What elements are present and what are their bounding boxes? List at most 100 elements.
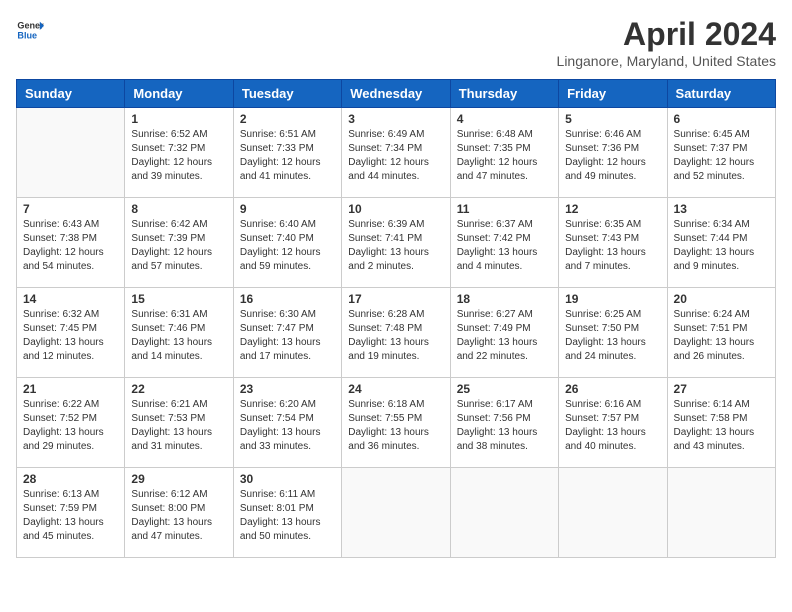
- day-number: 10: [348, 202, 443, 216]
- calendar-table: SundayMondayTuesdayWednesdayThursdayFrid…: [16, 79, 776, 558]
- calendar-cell: 30 Sunrise: 6:11 AM Sunset: 8:01 PM Dayli…: [233, 468, 341, 558]
- svg-text:Blue: Blue: [17, 30, 37, 40]
- calendar-cell: 10 Sunrise: 6:39 AM Sunset: 7:41 PM Dayli…: [342, 198, 450, 288]
- day-info: Sunrise: 6:25 AM Sunset: 7:50 PM Dayligh…: [565, 308, 660, 364]
- day-info: Sunrise: 6:37 AM Sunset: 7:42 PM Dayligh…: [457, 218, 552, 274]
- week-row-2: 7 Sunrise: 6:43 AM Sunset: 7:38 PM Daylig…: [17, 198, 776, 288]
- day-info: Sunrise: 6:52 AM Sunset: 7:32 PM Dayligh…: [131, 128, 226, 184]
- week-row-5: 28 Sunrise: 6:13 AM Sunset: 7:59 PM Dayli…: [17, 468, 776, 558]
- day-info: Sunrise: 6:42 AM Sunset: 7:39 PM Dayligh…: [131, 218, 226, 274]
- week-row-3: 14 Sunrise: 6:32 AM Sunset: 7:45 PM Dayli…: [17, 288, 776, 378]
- weekday-header-row: SundayMondayTuesdayWednesdayThursdayFrid…: [17, 80, 776, 108]
- calendar-cell: 4Sunrise: 6:48 AM Sunset: 7:35 PM Daylig…: [450, 108, 558, 198]
- day-number: 5: [565, 112, 660, 126]
- calendar-cell: 11 Sunrise: 6:37 AM Sunset: 7:42 PM Dayli…: [450, 198, 558, 288]
- day-number: 20: [674, 292, 769, 306]
- day-info: Sunrise: 6:43 AM Sunset: 7:38 PM Dayligh…: [23, 218, 118, 274]
- calendar-cell: 2 Sunrise: 6:51 AM Sunset: 7:33 PM Daylig…: [233, 108, 341, 198]
- weekday-header-sunday: Sunday: [17, 80, 125, 108]
- day-info: Sunrise: 6:18 AM Sunset: 7:55 PM Dayligh…: [348, 398, 443, 454]
- calendar-cell: 13 Sunrise: 6:34 AM Sunset: 7:44 PM Dayli…: [667, 198, 775, 288]
- day-number: 29: [131, 472, 226, 486]
- day-info: Sunrise: 6:51 AM Sunset: 7:33 PM Dayligh…: [240, 128, 335, 184]
- calendar-cell: 15 Sunrise: 6:31 AM Sunset: 7:46 PM Dayli…: [125, 288, 233, 378]
- weekday-header-saturday: Saturday: [667, 80, 775, 108]
- day-number: 11: [457, 202, 552, 216]
- page-header: General Blue April 2024 Linganore, Maryl…: [16, 16, 776, 69]
- day-number: 23: [240, 382, 335, 396]
- day-number: 6: [674, 112, 769, 126]
- calendar-cell: 16Sunrise: 6:30 AM Sunset: 7:47 PM Dayli…: [233, 288, 341, 378]
- calendar-cell: 21Sunrise: 6:22 AM Sunset: 7:52 PM Dayli…: [17, 378, 125, 468]
- location-subtitle: Linganore, Maryland, United States: [557, 53, 776, 69]
- calendar-cell: 5 Sunrise: 6:46 AM Sunset: 7:36 PM Daylig…: [559, 108, 667, 198]
- calendar-cell: [559, 468, 667, 558]
- calendar-cell: 17Sunrise: 6:28 AM Sunset: 7:48 PM Dayli…: [342, 288, 450, 378]
- weekday-header-monday: Monday: [125, 80, 233, 108]
- day-info: Sunrise: 6:24 AM Sunset: 7:51 PM Dayligh…: [674, 308, 769, 364]
- day-number: 12: [565, 202, 660, 216]
- logo: General Blue: [16, 16, 44, 44]
- day-info: Sunrise: 6:20 AM Sunset: 7:54 PM Dayligh…: [240, 398, 335, 454]
- day-info: Sunrise: 6:39 AM Sunset: 7:41 PM Dayligh…: [348, 218, 443, 274]
- calendar-cell: 12 Sunrise: 6:35 AM Sunset: 7:43 PM Dayli…: [559, 198, 667, 288]
- calendar-cell: 9 Sunrise: 6:40 AM Sunset: 7:40 PM Daylig…: [233, 198, 341, 288]
- day-info: Sunrise: 6:34 AM Sunset: 7:44 PM Dayligh…: [674, 218, 769, 274]
- day-number: 1: [131, 112, 226, 126]
- day-number: 18: [457, 292, 552, 306]
- day-number: 22: [131, 382, 226, 396]
- day-number: 27: [674, 382, 769, 396]
- week-row-4: 21Sunrise: 6:22 AM Sunset: 7:52 PM Dayli…: [17, 378, 776, 468]
- day-info: Sunrise: 6:12 AM Sunset: 8:00 PM Dayligh…: [131, 488, 226, 544]
- day-number: 26: [565, 382, 660, 396]
- calendar-cell: [342, 468, 450, 558]
- calendar-cell: [17, 108, 125, 198]
- day-info: Sunrise: 6:35 AM Sunset: 7:43 PM Dayligh…: [565, 218, 660, 274]
- day-number: 16: [240, 292, 335, 306]
- day-info: Sunrise: 6:40 AM Sunset: 7:40 PM Dayligh…: [240, 218, 335, 274]
- day-number: 30: [240, 472, 335, 486]
- day-info: Sunrise: 6:21 AM Sunset: 7:53 PM Dayligh…: [131, 398, 226, 454]
- logo-icon: General Blue: [16, 16, 44, 44]
- calendar-cell: 27Sunrise: 6:14 AM Sunset: 7:58 PM Dayli…: [667, 378, 775, 468]
- day-number: 28: [23, 472, 118, 486]
- weekday-header-friday: Friday: [559, 80, 667, 108]
- week-row-1: 1 Sunrise: 6:52 AM Sunset: 7:32 PM Daylig…: [17, 108, 776, 198]
- day-number: 19: [565, 292, 660, 306]
- calendar-cell: 23 Sunrise: 6:20 AM Sunset: 7:54 PM Dayli…: [233, 378, 341, 468]
- day-info: Sunrise: 6:49 AM Sunset: 7:34 PM Dayligh…: [348, 128, 443, 184]
- calendar-cell: 8 Sunrise: 6:42 AM Sunset: 7:39 PM Daylig…: [125, 198, 233, 288]
- calendar-cell: 19 Sunrise: 6:25 AM Sunset: 7:50 PM Dayli…: [559, 288, 667, 378]
- calendar-cell: 25Sunrise: 6:17 AM Sunset: 7:56 PM Dayli…: [450, 378, 558, 468]
- weekday-header-tuesday: Tuesday: [233, 80, 341, 108]
- calendar-cell: 18Sunrise: 6:27 AM Sunset: 7:49 PM Dayli…: [450, 288, 558, 378]
- calendar-cell: 20 Sunrise: 6:24 AM Sunset: 7:51 PM Dayli…: [667, 288, 775, 378]
- day-info: Sunrise: 6:31 AM Sunset: 7:46 PM Dayligh…: [131, 308, 226, 364]
- day-number: 4: [457, 112, 552, 126]
- weekday-header-wednesday: Wednesday: [342, 80, 450, 108]
- day-number: 9: [240, 202, 335, 216]
- day-number: 15: [131, 292, 226, 306]
- day-info: Sunrise: 6:11 AM Sunset: 8:01 PM Dayligh…: [240, 488, 335, 544]
- day-info: Sunrise: 6:13 AM Sunset: 7:59 PM Dayligh…: [23, 488, 118, 544]
- calendar-cell: 7 Sunrise: 6:43 AM Sunset: 7:38 PM Daylig…: [17, 198, 125, 288]
- calendar-cell: 26Sunrise: 6:16 AM Sunset: 7:57 PM Dayli…: [559, 378, 667, 468]
- main-title: April 2024: [557, 16, 776, 53]
- day-info: Sunrise: 6:28 AM Sunset: 7:48 PM Dayligh…: [348, 308, 443, 364]
- weekday-header-thursday: Thursday: [450, 80, 558, 108]
- calendar-cell: [450, 468, 558, 558]
- day-info: Sunrise: 6:32 AM Sunset: 7:45 PM Dayligh…: [23, 308, 118, 364]
- day-number: 8: [131, 202, 226, 216]
- day-number: 13: [674, 202, 769, 216]
- calendar-cell: 6Sunrise: 6:45 AM Sunset: 7:37 PM Daylig…: [667, 108, 775, 198]
- calendar-cell: 28 Sunrise: 6:13 AM Sunset: 7:59 PM Dayli…: [17, 468, 125, 558]
- day-info: Sunrise: 6:46 AM Sunset: 7:36 PM Dayligh…: [565, 128, 660, 184]
- day-number: 7: [23, 202, 118, 216]
- day-number: 14: [23, 292, 118, 306]
- calendar-cell: 29 Sunrise: 6:12 AM Sunset: 8:00 PM Dayli…: [125, 468, 233, 558]
- calendar-cell: [667, 468, 775, 558]
- day-info: Sunrise: 6:17 AM Sunset: 7:56 PM Dayligh…: [457, 398, 552, 454]
- day-number: 24: [348, 382, 443, 396]
- title-area: April 2024 Linganore, Maryland, United S…: [557, 16, 776, 69]
- day-number: 2: [240, 112, 335, 126]
